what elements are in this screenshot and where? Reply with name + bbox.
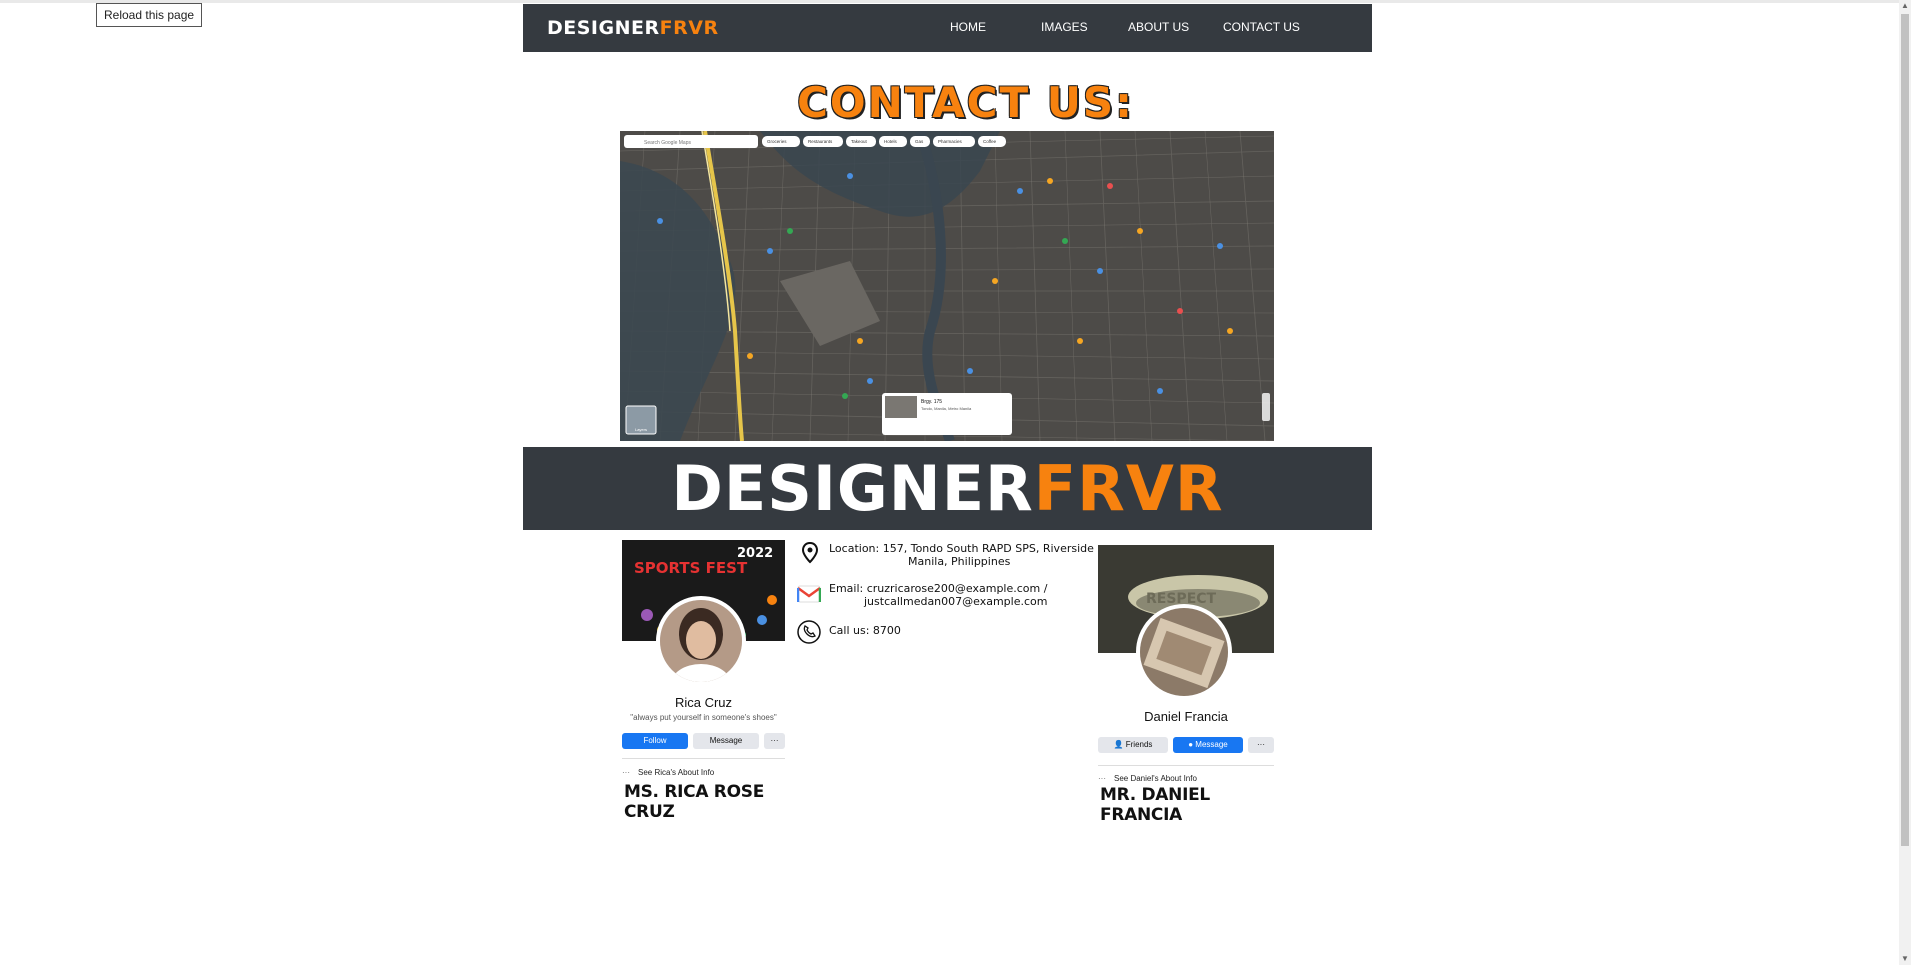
location-line-1: Location: 157, Tondo South RAPD SPS, Riv… <box>829 542 1094 555</box>
scroll-up-icon[interactable]: ▲ <box>1899 0 1911 12</box>
more-options-button[interactable]: ··· <box>764 733 785 749</box>
full-name-heading: MR. DANIEL FRANCIA <box>1100 785 1210 825</box>
nav-link-contact-us[interactable]: CONTACT US <box>1223 20 1300 34</box>
browser-top-border <box>0 0 1911 3</box>
email-text: Email: cruzricarose200@example.com / jus… <box>829 582 1047 608</box>
message-label: Message <box>709 736 743 745</box>
map-chip-takeout[interactable]: Takeout <box>851 139 868 144</box>
banner-logo-orange: FRVR <box>1033 452 1224 525</box>
message-button[interactable]: ● Message <box>1173 737 1243 753</box>
location-map[interactable]: Search Google Maps Groceries Restaurants… <box>620 131 1274 441</box>
location-pin-icon <box>802 542 818 564</box>
profile-avatar-daniel[interactable] <box>1136 604 1232 700</box>
profile-quote: "always put yourself in someone's shoes" <box>630 713 777 722</box>
profile-card-daniel: RESPECT Daniel Francia 👤 Friends ● Messa… <box>1098 545 1274 825</box>
site-logo[interactable]: DESIGNERFRVR <box>547 17 719 39</box>
map-place-name: Brgy. 175 <box>921 399 942 405</box>
follow-button[interactable]: Follow <box>622 733 688 749</box>
friends-button[interactable]: 👤 Friends <box>1098 737 1168 753</box>
contact-info: Location: 157, Tondo South RAPD SPS, Riv… <box>795 542 1095 652</box>
map-chip-restaurants[interactable]: Restaurants <box>808 139 833 144</box>
cover-title: SPORTS FEST <box>634 559 748 577</box>
map-layers-label[interactable]: Layers <box>635 427 647 432</box>
location-line-2: Manila, Philippines <box>908 555 1011 568</box>
phone-text: Call us: 8700 <box>829 624 901 637</box>
logo-text-orange: FRVR <box>659 17 719 39</box>
page-scrollbar[interactable]: ▲ ▼ <box>1899 0 1911 965</box>
friends-label: Friends <box>1125 740 1153 749</box>
map-place-address: Tondo, Manila, Metro Manila <box>921 406 972 411</box>
top-navbar: DESIGNERFRVR HOME IMAGES ABOUT US CONTAC… <box>523 4 1372 52</box>
footer-banner: DESIGNERFRVR <box>523 447 1372 530</box>
message-button[interactable]: Message <box>693 733 759 749</box>
map-chip-pharmacies[interactable]: Pharmacies <box>938 139 963 144</box>
map-image: Search Google Maps Groceries Restaurants… <box>620 131 1274 441</box>
map-search-placeholder[interactable]: Search Google Maps <box>644 140 691 146</box>
map-chip-hotels[interactable]: Hotels <box>884 139 898 144</box>
reload-page-button[interactable]: Reload this page <box>96 3 203 27</box>
profile-card-rica: 2022 SPORTS FEST Rica Cruz "always put y… <box>622 540 798 822</box>
about-label: See Daniel's About Info <box>1114 774 1197 783</box>
profile-name[interactable]: Rica Cruz <box>622 695 785 710</box>
friends-icon: 👤 <box>1113 740 1126 749</box>
more-icon: ··· <box>1257 740 1265 749</box>
email-line-1[interactable]: Email: cruzricarose200@example.com / <box>829 582 1047 595</box>
see-about-info-link[interactable]: ··· See Daniel's About Info <box>1098 774 1197 783</box>
location-text: Location: 157, Tondo South RAPD SPS, Riv… <box>829 542 1094 568</box>
nav-link-about-us[interactable]: ABOUT US <box>1128 20 1189 34</box>
about-label: See Rica's About Info <box>638 768 715 777</box>
nav-link-home[interactable]: HOME <box>950 20 986 34</box>
card-divider <box>1098 765 1274 766</box>
map-chip-gas[interactable]: Gas <box>915 139 924 144</box>
scroll-down-icon[interactable]: ▼ <box>1899 953 1911 965</box>
location-row: Location: 157, Tondo South RAPD SPS, Riv… <box>795 542 1095 582</box>
full-name-heading: MS. RICA ROSE CRUZ <box>624 782 765 822</box>
phone-row: Call us: 8700 <box>795 620 1095 652</box>
email-line-2[interactable]: justcallmedan007@example.com <box>829 595 1047 608</box>
profile-avatar-rica[interactable] <box>656 596 746 686</box>
profile-name[interactable]: Daniel Francia <box>1098 709 1274 724</box>
map-chip-groceries[interactable]: Groceries <box>767 139 787 144</box>
follow-label: Follow <box>643 736 667 745</box>
phone-icon <box>797 620 821 644</box>
banner-logo-white: DESIGNER <box>671 452 1034 525</box>
dots-icon: ··· <box>1098 774 1106 783</box>
scrollbar-thumb[interactable] <box>1901 14 1909 846</box>
more-options-button[interactable]: ··· <box>1248 737 1274 753</box>
banner-logo: DESIGNERFRVR <box>523 453 1372 525</box>
see-about-info-link[interactable]: ··· See Rica's About Info <box>622 768 714 777</box>
map-chip-coffee[interactable]: Coffee <box>983 139 997 144</box>
card-divider <box>622 758 785 759</box>
message-label: Message <box>1195 740 1228 749</box>
dots-icon: ··· <box>622 768 630 777</box>
page-title: CONTACT US: <box>797 78 1134 127</box>
logo-text-white: DESIGNER <box>547 17 660 39</box>
more-icon: ··· <box>770 736 779 745</box>
gmail-icon <box>797 585 821 603</box>
nav-link-images[interactable]: IMAGES <box>1041 20 1088 34</box>
email-row: Email: cruzricarose200@example.com / jus… <box>795 582 1095 622</box>
